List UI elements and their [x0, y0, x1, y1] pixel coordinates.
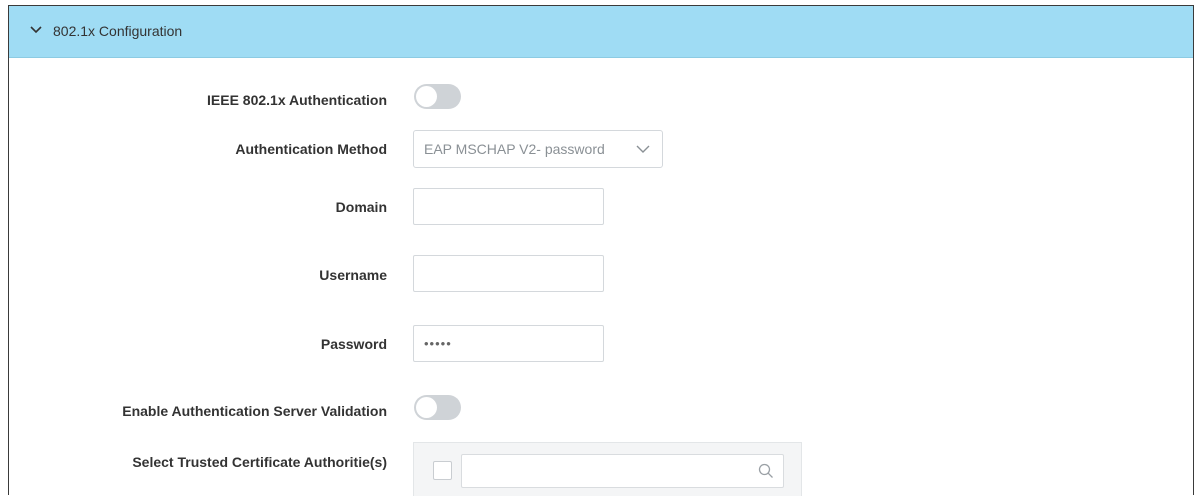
panel-title: 802.1x Configuration [53, 23, 183, 39]
ieee-auth-toggle[interactable] [414, 84, 461, 109]
ieee-auth-label: IEEE 802.1x Authentication [207, 92, 387, 108]
panel-header[interactable]: 802.1x Configuration [9, 6, 1193, 58]
toggle-knob [416, 397, 437, 418]
domain-input[interactable] [413, 188, 604, 225]
trusted-ca-search-input[interactable] [461, 454, 784, 488]
username-label: Username [319, 267, 387, 283]
auth-method-select[interactable]: EAP MSCHAP V2- password [413, 130, 663, 168]
password-input[interactable] [413, 325, 604, 362]
chevron-down-icon[interactable] [29, 25, 43, 35]
trusted-ca-label: Select Trusted Certificate Authoritie(s) [132, 454, 387, 470]
domain-label: Domain [335, 199, 387, 215]
select-all-checkbox[interactable] [433, 461, 452, 480]
trusted-ca-picker [413, 442, 802, 496]
server-validation-toggle[interactable] [414, 395, 461, 420]
search-icon[interactable] [758, 463, 774, 479]
chevron-down-icon [636, 145, 650, 153]
auth-method-label: Authentication Method [235, 141, 387, 157]
toggle-knob [416, 86, 437, 107]
server-validation-label: Enable Authentication Server Validation [122, 403, 387, 419]
username-input[interactable] [413, 255, 604, 292]
auth-method-value: EAP MSCHAP V2- password [424, 141, 605, 157]
password-label: Password [320, 336, 387, 352]
config-panel: 802.1x Configuration IEEE 802.1x Authent… [8, 5, 1194, 496]
